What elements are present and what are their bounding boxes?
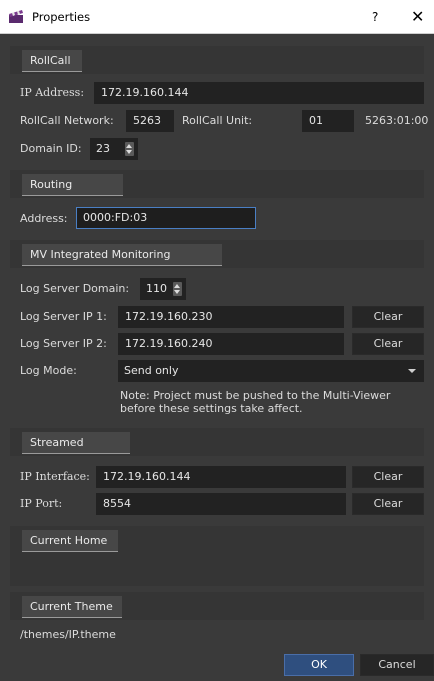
rollcall-network-field[interactable]: 5263 (126, 110, 174, 132)
log-mode-value: Send only (124, 364, 179, 377)
routing-header: Routing Service (10, 170, 424, 212)
monitoring-section: Log Server Domain: 110 Log Server IP 1: … (10, 270, 424, 424)
ip-port-label: IP Port: (20, 497, 63, 510)
current-theme-value: /themes/IP.theme (20, 628, 116, 641)
streamed-section: IP Interface: 172.19.160.144 Clear IP Po… (10, 458, 424, 522)
chevron-down-icon (408, 369, 416, 373)
cancel-button[interactable]: Cancel (360, 654, 434, 676)
log-server-ip1-field[interactable]: 172.19.160.230 (118, 306, 344, 328)
rollcall-address-readout: 5263:01:00 (365, 114, 429, 127)
rollcall-tab: RollCall (22, 50, 82, 72)
log-mode-label: Log Mode: (20, 364, 77, 377)
title-bar: Properties ? ✕ (0, 0, 434, 34)
monitoring-header: MV Integrated Monitoring Service (10, 240, 424, 282)
ip-interface-label: IP Interface: (20, 470, 90, 483)
close-icon[interactable]: ✕ (411, 7, 424, 26)
ip-port-field[interactable]: 8554 (96, 493, 346, 515)
clear-ip2-button[interactable]: Clear (352, 333, 424, 355)
log-server-domain-spinbox[interactable]: 110 (140, 278, 186, 300)
domain-id-label: Domain ID: (20, 142, 82, 155)
monitoring-tab: MV Integrated Monitoring Service (22, 244, 222, 282)
log-server-domain-label: Log Server Domain: (20, 282, 130, 295)
streamed-tab: Streamed Output (22, 432, 130, 470)
ip-address-label: IP Address: (20, 86, 85, 99)
streamed-header: Streamed Output (10, 428, 424, 470)
rollcall-network-label: RollCall Network: (20, 114, 114, 127)
routing-section: Address: 0000:FD:03 (10, 198, 424, 234)
domain-id-value: 23 (96, 142, 110, 155)
routing-tab: Routing Service (22, 174, 123, 212)
rollcall-section: IP Address: 172.19.160.144 RollCall Netw… (10, 76, 428, 166)
home-tab: Current Home (22, 530, 118, 552)
settings-note-line2: before these settings take affect. (120, 402, 303, 415)
home-header: Current Home (10, 526, 424, 554)
rollcall-unit-label: RollCall Unit: (182, 114, 253, 127)
spin-arrows-icon[interactable] (125, 142, 134, 156)
dialog-footer: OK Cancel (10, 648, 434, 681)
clear-interface-button[interactable]: Clear (352, 466, 424, 488)
clear-port-button[interactable]: Clear (352, 493, 424, 515)
clapperboard-icon (9, 9, 23, 23)
ok-button[interactable]: OK (284, 654, 354, 676)
ip-address-field[interactable]: 172.19.160.144 (94, 82, 424, 104)
log-server-ip1-label: Log Server IP 1: (20, 310, 107, 323)
routing-address-field[interactable]: 0000:FD:03 (76, 207, 256, 229)
log-mode-select[interactable]: Send only (118, 360, 424, 382)
clear-ip1-button[interactable]: Clear (352, 306, 424, 328)
spin-arrows-icon[interactable] (173, 282, 182, 296)
theme-header: Current Theme (10, 592, 424, 620)
domain-id-spinbox[interactable]: 23 (90, 138, 138, 160)
help-button[interactable]: ? (372, 10, 378, 24)
settings-note-line1: Note: Project must be pushed to the Mult… (120, 389, 391, 402)
home-section (10, 554, 424, 586)
routing-address-label: Address: (20, 212, 68, 225)
theme-tab: Current Theme (22, 596, 122, 618)
theme-section: /themes/IP.theme (10, 620, 424, 648)
log-server-ip2-field[interactable]: 172.19.160.240 (118, 333, 344, 355)
window-border (0, 34, 10, 681)
rollcall-header: RollCall (10, 46, 424, 74)
log-server-domain-value: 110 (146, 282, 167, 295)
window-title: Properties (32, 9, 91, 24)
rollcall-unit-field[interactable]: 01 (302, 110, 354, 132)
log-server-ip2-label: Log Server IP 2: (20, 337, 107, 350)
ip-interface-field[interactable]: 172.19.160.144 (96, 466, 346, 488)
